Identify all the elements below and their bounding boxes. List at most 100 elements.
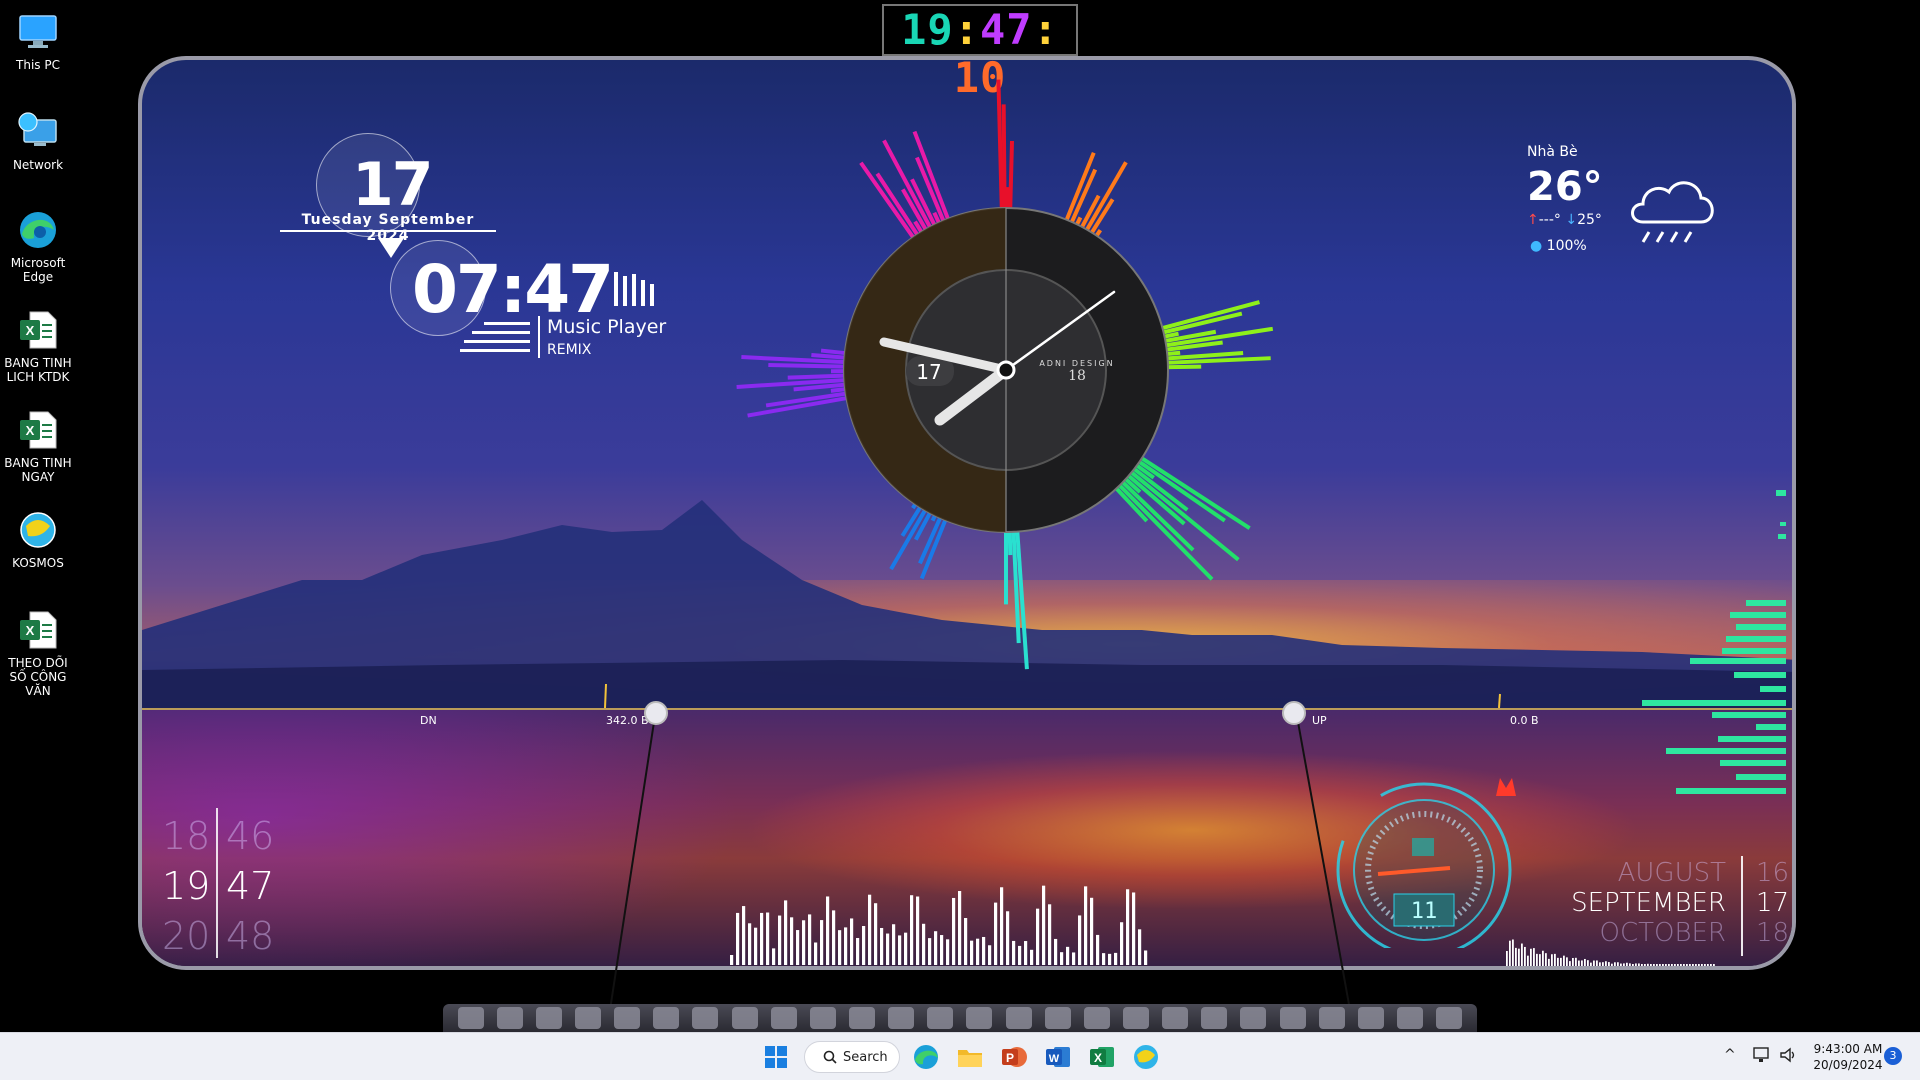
volume-icon[interactable]	[1778, 1045, 1798, 1065]
waveform-bar	[1536, 953, 1538, 966]
file-explorer-icon[interactable]	[954, 1041, 986, 1073]
waveform-bar	[1695, 964, 1697, 966]
waveform-bar	[808, 914, 812, 965]
dock-item-icon[interactable]	[1279, 1007, 1306, 1029]
windows-start-icon[interactable]	[760, 1041, 792, 1073]
waveform-bar	[1614, 962, 1616, 966]
dock-item-icon[interactable]	[496, 1007, 523, 1029]
rocket-dock	[443, 1004, 1477, 1032]
waveform-bar	[1012, 940, 1016, 965]
waveform-bar	[1126, 889, 1130, 965]
waveform-bar	[1590, 962, 1592, 966]
day-current: 17	[1756, 888, 1790, 918]
waveform-bar	[862, 925, 866, 965]
waveform-bar	[1674, 964, 1676, 966]
dock-item-icon[interactable]	[457, 1007, 484, 1029]
dock-item-icon[interactable]	[1005, 1007, 1032, 1029]
waveform-bar	[1132, 892, 1136, 965]
kosmos-icon[interactable]	[1130, 1041, 1162, 1073]
dock-item-icon[interactable]	[653, 1007, 680, 1029]
waveform-bar	[1527, 955, 1529, 966]
excel-icon[interactable]: X	[1086, 1041, 1118, 1073]
waveform-bar	[850, 918, 854, 965]
waveform-bar	[1659, 964, 1661, 966]
month-column: AUGUST SEPTEMBER OCTOBER	[1520, 858, 1726, 948]
dock-item-icon[interactable]	[535, 1007, 562, 1029]
dock-item-icon[interactable]	[1162, 1007, 1189, 1029]
dock-item-icon[interactable]	[1396, 1007, 1423, 1029]
svg-text:W: W	[1049, 1053, 1060, 1065]
tray-clock[interactable]: 9:43:00 AM 20/09/2024	[1812, 1041, 1884, 1073]
waveform-bar	[1108, 953, 1112, 965]
dock-item-icon[interactable]	[1044, 1007, 1071, 1029]
hour-next: 20	[162, 914, 211, 958]
dock-item-icon[interactable]	[1318, 1007, 1345, 1029]
waveform-bar	[1581, 960, 1583, 966]
waveform-bar	[730, 955, 734, 965]
waveform-bar	[1713, 964, 1715, 966]
waveform-bar	[1578, 960, 1580, 966]
dock-item-icon[interactable]	[1357, 1007, 1384, 1029]
waveform-bar	[1620, 963, 1622, 966]
search-icon	[823, 1050, 837, 1064]
dock-item-icon[interactable]	[614, 1007, 641, 1029]
dock-item-icon[interactable]	[809, 1007, 836, 1029]
waveform-bar	[1524, 946, 1526, 966]
taskbar-search[interactable]: Search	[804, 1041, 900, 1073]
waveform-bar	[1072, 952, 1076, 965]
waveform-bar	[1557, 957, 1559, 966]
waveform-bar	[1102, 953, 1106, 965]
notification-badge[interactable]: 3	[1884, 1047, 1902, 1065]
waveform-bar	[1671, 964, 1673, 966]
waveform-bar	[1605, 961, 1607, 966]
waveform-bar	[1662, 964, 1664, 966]
monitor-network-icon[interactable]	[1752, 1045, 1774, 1065]
waveform-bar	[1542, 950, 1544, 966]
dock-item-icon[interactable]	[927, 1007, 954, 1029]
edge-icon[interactable]	[910, 1041, 942, 1073]
waveform-bar	[1689, 964, 1691, 966]
dock-item-icon[interactable]	[1083, 1007, 1110, 1029]
dock-item-icon[interactable]	[848, 1007, 875, 1029]
waveform-bar	[1641, 964, 1643, 966]
word-icon[interactable]: W	[1042, 1041, 1074, 1073]
waveform-bar	[844, 927, 848, 965]
waveform-bar	[1114, 952, 1118, 965]
waveform-bar	[1545, 953, 1547, 966]
waveform-bar	[1090, 897, 1094, 965]
speedometer-gauge: 11	[1336, 778, 1516, 948]
waveform-bar	[934, 931, 938, 965]
waveform-bar	[856, 938, 860, 965]
waveform-bar	[1018, 945, 1022, 965]
waveform-bar	[946, 939, 950, 965]
waveform-bar	[1698, 964, 1700, 966]
waveform-bar	[1030, 949, 1034, 965]
dock-item-icon[interactable]	[1436, 1007, 1463, 1029]
waveform-bar	[922, 923, 926, 965]
dock-item-icon[interactable]	[1240, 1007, 1267, 1029]
waveform-bar	[1551, 954, 1553, 966]
waveform-bar	[1680, 964, 1682, 966]
dock-item-icon[interactable]	[1201, 1007, 1228, 1029]
month-current: SEPTEMBER	[1571, 888, 1726, 918]
dock-item-icon[interactable]	[731, 1007, 758, 1029]
dock-item-icon[interactable]	[770, 1007, 797, 1029]
powerpoint-icon[interactable]: P	[998, 1041, 1030, 1073]
waveform-bar	[1623, 963, 1625, 966]
waveform-bar	[1539, 954, 1541, 966]
minute-current: 47	[226, 864, 275, 908]
dock-item-icon[interactable]	[966, 1007, 993, 1029]
waveform-bar	[1548, 958, 1550, 966]
waveform-bar	[982, 936, 986, 965]
waveform-bar	[760, 912, 764, 965]
waveform-bar	[1653, 964, 1655, 966]
waveform-bar	[910, 895, 914, 965]
waveform-bar	[796, 930, 800, 965]
chevron-up-icon[interactable]: ^	[1724, 1047, 1736, 1063]
dock-item-icon[interactable]	[1122, 1007, 1149, 1029]
waveform-bar	[1569, 961, 1571, 966]
dock-item-icon[interactable]	[888, 1007, 915, 1029]
dock-item-icon[interactable]	[574, 1007, 601, 1029]
dock-item-icon[interactable]	[692, 1007, 719, 1029]
hour-current: 19	[162, 864, 211, 908]
